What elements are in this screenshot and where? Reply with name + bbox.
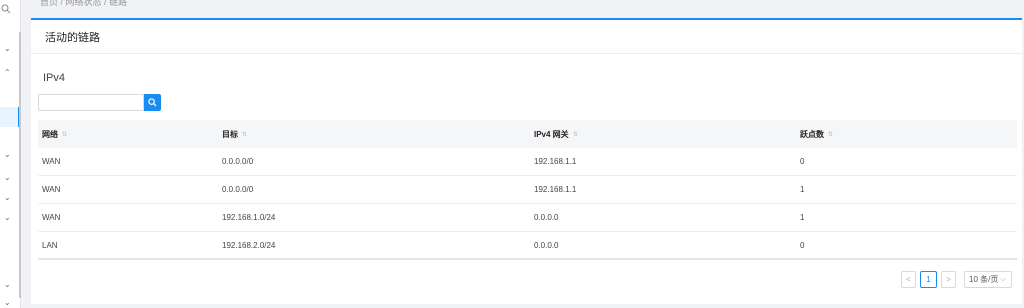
chevron-down-icon[interactable]: ⌄: [4, 150, 14, 160]
section-title: IPv4: [43, 72, 66, 84]
cell-target: 192.168.1.0/24: [222, 213, 276, 222]
cell-gateway: 0.0.0.0: [534, 240, 559, 250]
table-row: WAN 0.0.0.0/0 192.168.1.1 0: [38, 148, 1017, 176]
table-row: LAN 192.168.2.0/24 0.0.0.0 0: [38, 232, 1017, 260]
prev-page-button[interactable]: <: [901, 271, 916, 288]
chevron-down-icon[interactable]: ⌄: [4, 213, 14, 223]
chevron-down-icon[interactable]: ⌄: [4, 280, 14, 290]
table-row: WAN 192.168.1.0/24 0.0.0.0 1: [38, 204, 1017, 232]
cell-network: WAN: [42, 185, 61, 194]
sidebar-search-icon[interactable]: [1, 4, 15, 18]
cell-network: WAN: [42, 213, 61, 222]
table-row: WAN 0.0.0.0/0 192.168.1.1 1: [38, 176, 1017, 204]
column-header-target[interactable]: 目标 ⇅: [221, 129, 534, 140]
cell-target: 0.0.0.0/0: [222, 157, 254, 166]
sidebar-active-item[interactable]: [0, 107, 20, 127]
chevron-down-icon[interactable]: ⌄: [4, 44, 14, 54]
cell-network: WAN: [42, 157, 61, 166]
breadcrumb[interactable]: 首页 / 网络状态 / 链路: [40, 0, 127, 8]
cell-metric: 1: [800, 213, 805, 222]
cell-metric: 0: [800, 157, 805, 166]
cell-metric: 0: [800, 240, 805, 250]
search-icon: [148, 94, 157, 112]
table-header: 网络 ⇅ 目标 ⇅ IPv4 网关 ⇅ 跃点数 ⇅: [38, 120, 1017, 148]
cell-gateway: 0.0.0.0: [534, 213, 559, 222]
sort-icon[interactable]: ⇅: [242, 131, 247, 138]
sort-icon[interactable]: ⇅: [828, 131, 833, 138]
chevron-down-icon[interactable]: ⌄: [4, 193, 14, 203]
search-bar: [38, 94, 161, 111]
search-input[interactable]: [38, 94, 144, 111]
cell-target: 0.0.0.0/0: [222, 185, 254, 194]
next-page-button[interactable]: >: [941, 271, 956, 288]
cell-target: 192.168.2.0/24: [222, 240, 276, 250]
page-size-select[interactable]: 10 条/页 ⌵: [964, 271, 1012, 288]
cell-gateway: 192.168.1.1: [534, 185, 577, 194]
card-title: 活动的链路: [45, 31, 100, 44]
routes-table: 网络 ⇅ 目标 ⇅ IPv4 网关 ⇅ 跃点数 ⇅ WAN 0.0.0.0/0 192.…: [38, 120, 1017, 260]
page-1-button[interactable]: 1: [920, 271, 937, 288]
column-header-gateway[interactable]: IPv4 网关 ⇅: [534, 129, 799, 140]
sort-icon[interactable]: ⇅: [573, 131, 578, 138]
cell-network: LAN: [42, 240, 58, 250]
sidebar-scrollbar[interactable]: [19, 32, 21, 298]
chevron-down-icon: ⌵: [1000, 275, 1006, 283]
column-header-metric[interactable]: 跃点数 ⇅: [799, 129, 1017, 140]
chevron-down-icon[interactable]: ⌄: [4, 173, 14, 183]
cell-metric: 1: [800, 185, 805, 194]
active-routes-card: 活动的链路 IPv4 网络 ⇅ 目标 ⇅ IPv4 网关 ⇅ 跃点数 ⇅ WAN 0.0…: [31, 18, 1022, 304]
chevron-down-icon[interactable]: ⌄: [4, 298, 14, 308]
chevron-up-icon[interactable]: ⌃: [4, 68, 14, 78]
sidebar: ⌄ ⌃ ⌄ ⌄ ⌄ ⌄ ⌄ ⌄: [0, 0, 21, 308]
column-header-network[interactable]: 网络 ⇅: [38, 129, 221, 140]
sort-icon[interactable]: ⇅: [62, 131, 67, 138]
cell-gateway: 192.168.1.1: [534, 157, 577, 166]
page-size-label: 10 条/页: [969, 275, 999, 284]
card-header: 活动的链路: [31, 20, 1022, 54]
search-button[interactable]: [144, 94, 161, 111]
pagination: < 1 > 10 条/页 ⌵: [897, 271, 1012, 288]
